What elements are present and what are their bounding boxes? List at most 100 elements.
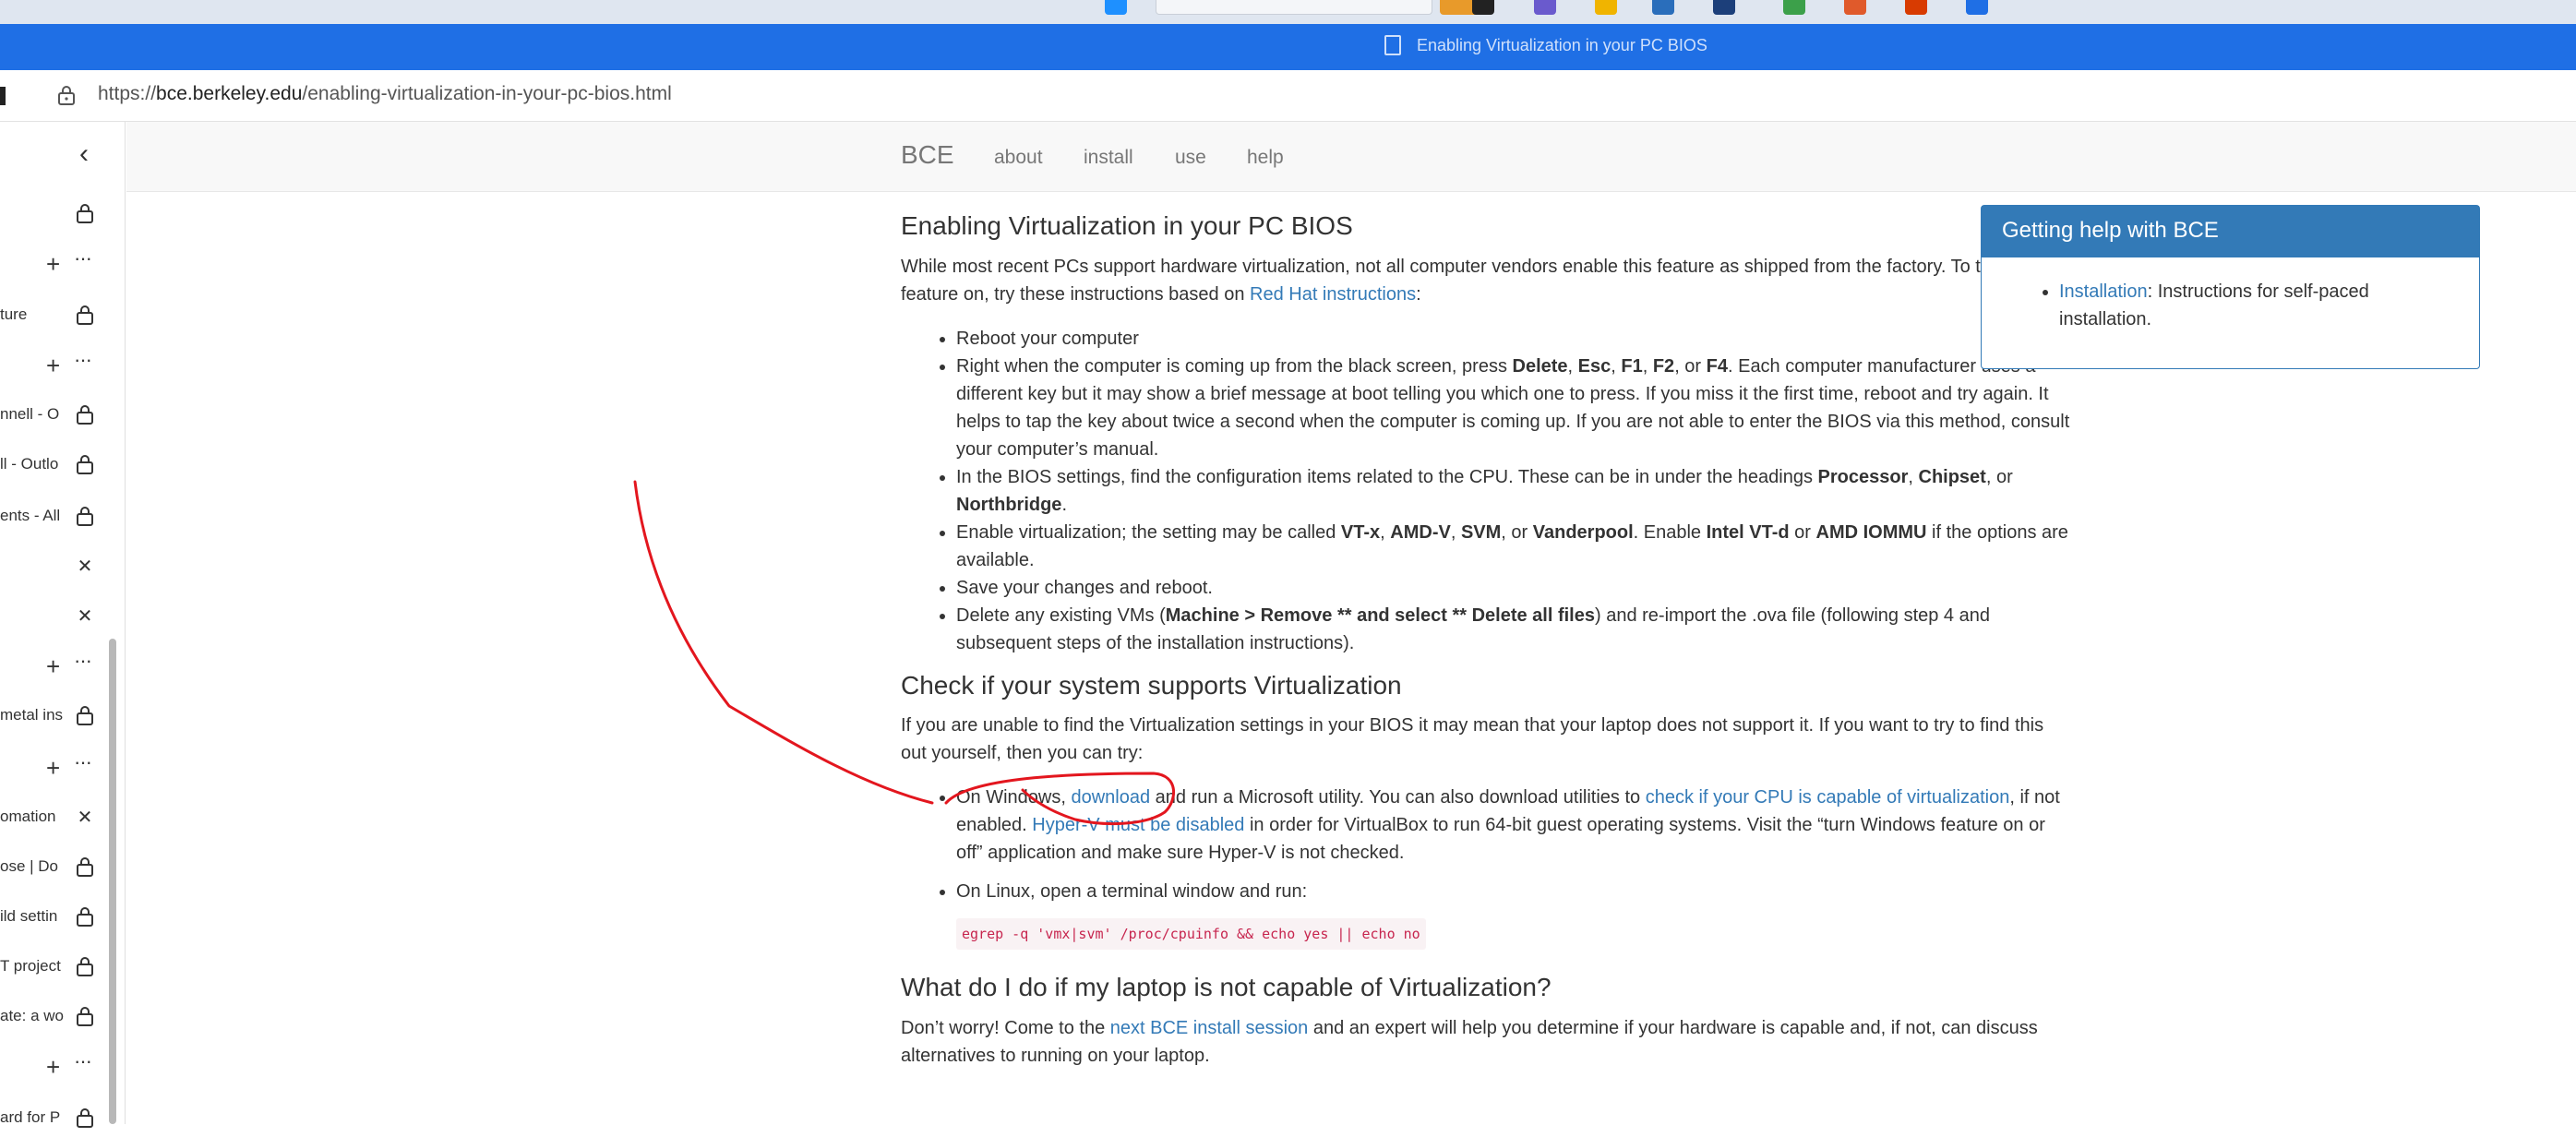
setting-label: AMD IOMMU [1815, 521, 1927, 543]
tab-lock-icon[interactable] [74, 454, 96, 476]
tab-lock-icon[interactable] [74, 956, 96, 978]
new-tab-plus-icon[interactable]: + [46, 653, 60, 679]
tab-group-row[interactable]: + ··· [0, 347, 111, 384]
new-tab-plus-icon[interactable]: + [46, 1054, 60, 1080]
step-text: Enable virtualization; the setting may b… [956, 521, 1341, 543]
tab-item[interactable]: ✕ [0, 548, 111, 585]
tab-title: omation [0, 808, 56, 825]
tab-group-row[interactable]: + ··· [0, 648, 111, 685]
tab-group-row[interactable]: + ··· [0, 1048, 111, 1085]
help-panel-item: Installation: Instructions for self-pace… [2059, 278, 2456, 333]
windows-option: On Windows, download and run a Microsoft… [956, 784, 2073, 867]
taskbar-app-icon[interactable] [1652, 0, 1674, 15]
taskbar-app-icon[interactable] [1472, 0, 1494, 15]
installation-link[interactable]: Installation [2059, 281, 2148, 302]
nav-help[interactable]: help [1247, 147, 1284, 169]
tab-title: ild settin [0, 907, 58, 925]
tab-title: metal ins [0, 706, 64, 724]
new-tab-plus-icon[interactable]: + [46, 353, 60, 378]
hyper-v-link[interactable]: Hyper-V must be disabled [1032, 815, 1244, 835]
tab-item[interactable]: omation ✕ [0, 799, 111, 836]
tab-lock-icon[interactable] [74, 856, 96, 879]
close-tab-icon[interactable]: ✕ [74, 605, 96, 628]
more-options-icon[interactable]: ··· [74, 247, 92, 269]
intro-tail: : [1416, 283, 1421, 305]
setting-label: Vanderpool [1532, 521, 1634, 543]
nav-install[interactable]: install [1084, 147, 1133, 169]
url-text[interactable]: https://bce.berkeley.edu/enabling-virtua… [98, 83, 672, 105]
taskbar-app-icon[interactable] [1595, 0, 1617, 15]
check-cpu-link[interactable]: check if your CPU is capable of virtuali… [1646, 787, 2010, 808]
tab-item[interactable]: ild settin [0, 899, 111, 936]
tab-title: ard for P [0, 1108, 61, 1126]
install-session-link[interactable]: next BCE install session [1110, 1018, 1309, 1038]
tab-group-row[interactable]: + ··· [0, 245, 111, 282]
setting-label: SVM [1460, 521, 1502, 543]
close-tab-icon[interactable]: ✕ [74, 807, 96, 829]
address-bar[interactable]: https://bce.berkeley.edu/enabling-virtua… [0, 70, 2576, 122]
nav-use[interactable]: use [1175, 147, 1206, 169]
intro-paragraph: While most recent PCs support hardware v… [901, 253, 2073, 308]
site-brand[interactable]: BCE [901, 140, 954, 170]
help-panel-list: Installation: Instructions for self-pace… [2059, 278, 2456, 333]
step-delete-vms: Delete any existing VMs (Machine > Remov… [956, 602, 2073, 657]
more-options-icon[interactable]: ··· [74, 650, 92, 672]
heading-label: Processor [1817, 466, 1909, 487]
step-text: Right when the computer is coming up fro… [956, 355, 1513, 377]
taskbar-search-box[interactable] [1156, 0, 1432, 15]
tab-item[interactable]: ose | Do [0, 849, 111, 886]
tab-item[interactable]: ture [0, 297, 111, 334]
taskbar-app-icon[interactable] [1713, 0, 1735, 15]
taskbar-app-icon-active[interactable] [1966, 0, 1988, 15]
tab-lock-icon[interactable] [74, 705, 96, 727]
tab-lock-icon[interactable] [74, 1006, 96, 1028]
tab-group-row[interactable]: + ··· [0, 749, 111, 786]
tab-item[interactable]: T project [0, 949, 111, 986]
tab-lock-icon[interactable] [74, 506, 96, 528]
tab-item[interactable]: nnell - O [0, 397, 111, 434]
tab-item[interactable]: metal ins [0, 698, 111, 735]
tab-title: T project [0, 957, 61, 975]
tab-item[interactable] [0, 196, 111, 233]
taskbar-app-icon[interactable] [1905, 0, 1927, 15]
taskbar-app-icon[interactable] [1844, 0, 1866, 15]
new-tab-plus-icon[interactable]: + [46, 755, 60, 781]
close-tab-icon[interactable]: ✕ [74, 556, 96, 578]
document-icon [1384, 35, 1401, 55]
key-label: F4 [1706, 355, 1728, 377]
taskbar-app-icon[interactable] [1534, 0, 1556, 15]
windows-start-icon[interactable] [1105, 0, 1127, 15]
new-tab-plus-icon[interactable]: + [46, 251, 60, 277]
tab-lock-icon[interactable] [74, 305, 96, 327]
tab-strip-scrollbar[interactable] [109, 639, 116, 1124]
more-options-icon[interactable]: ··· [74, 1050, 92, 1072]
tab-lock-icon[interactable] [74, 1107, 96, 1130]
article-title: Enabling Virtualization in your PC BIOS [901, 211, 1353, 240]
heading-label: Chipset [1918, 466, 1986, 487]
tab-lock-icon[interactable] [74, 906, 96, 928]
lock-icon[interactable] [57, 85, 76, 105]
url-path: /enabling-virtualization-in-your-pc-bios… [302, 83, 672, 104]
download-link[interactable]: download [1071, 787, 1150, 808]
more-options-icon[interactable]: ··· [74, 349, 92, 371]
os-taskbar [0, 0, 2576, 24]
menu-edge-icon[interactable] [0, 87, 6, 105]
tab-item[interactable]: ll - Outlo [0, 447, 111, 484]
help-panel-title: Getting help with BCE [1982, 206, 2479, 257]
more-options-icon[interactable]: ··· [74, 751, 92, 773]
step-press-key: Right when the computer is coming up fro… [956, 353, 2073, 463]
tab-item[interactable]: ard for P [0, 1100, 111, 1137]
tab-item[interactable]: ✕ [0, 598, 111, 635]
red-hat-link[interactable]: Red Hat instructions [1250, 284, 1416, 305]
option-text: On Windows, [956, 787, 1072, 808]
key-label: Delete [1512, 355, 1568, 377]
option-text: On Linux, open a terminal window and run… [956, 881, 1308, 903]
tab-lock-icon[interactable] [74, 203, 96, 225]
final-paragraph: Don’t worry! Come to the next BCE instal… [901, 1014, 2073, 1070]
taskbar-app-icon[interactable] [1783, 0, 1805, 15]
tab-item[interactable]: ents - All [0, 498, 111, 535]
collapse-tabs-button[interactable]: ‹ [79, 140, 89, 168]
nav-about[interactable]: about [994, 147, 1043, 169]
tab-item[interactable]: ate: a wo [0, 999, 111, 1035]
tab-lock-icon[interactable] [74, 404, 96, 426]
